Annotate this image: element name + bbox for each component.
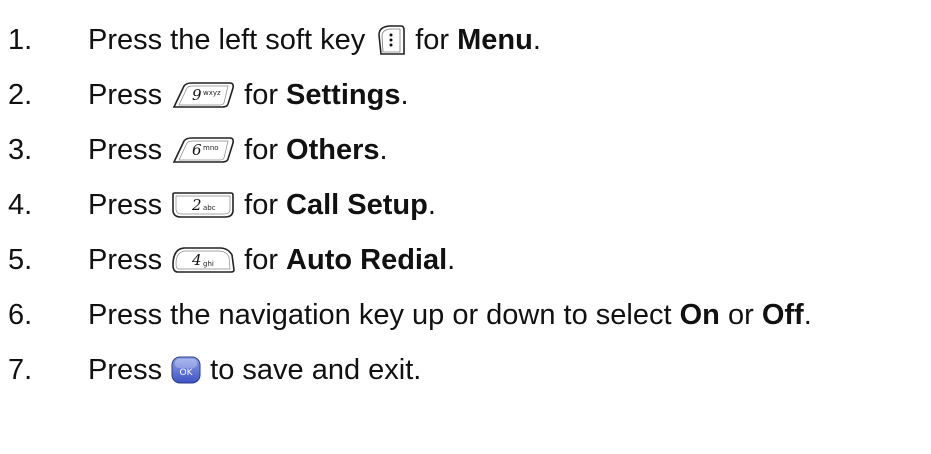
auto-redial-label: Auto Redial [286, 243, 448, 276]
step-text-end: . [427, 188, 436, 221]
step-7: 7. Press OK to save and exit. [0, 348, 421, 392]
step-text: Press 2 abc for Call Setup . [88, 189, 436, 222]
menu-label: Menu [457, 23, 533, 56]
step-text: Press the left soft key for Menu . [88, 23, 541, 57]
step-text-end: . [532, 23, 541, 56]
step-text: Press 4 ghi for Auto Redial . [88, 244, 455, 277]
step-text-before: Press [88, 78, 163, 111]
step-text: Press 6 mno for Others . [88, 134, 388, 167]
step-text: Press the navigation key up or down to s… [88, 299, 812, 332]
step-text-end: . [379, 133, 388, 166]
step-number: 1. [8, 23, 33, 56]
step-text-end: . [400, 78, 409, 111]
step-text-before: Press the navigation key up or down to s… [88, 298, 672, 331]
soft-key-icon [373, 23, 407, 57]
svg-text:6: 6 [192, 141, 202, 159]
step-text-middle: or [727, 298, 754, 331]
step-1: 1. Press the left soft key for Menu . [0, 18, 541, 62]
step-5: 5. Press 4 ghi for Auto Redial . [0, 238, 455, 282]
svg-text:2: 2 [191, 196, 202, 214]
svg-text:abc: abc [203, 204, 216, 212]
key-4-icon: 4 ghi [170, 245, 236, 275]
svg-text:OK: OK [180, 368, 194, 378]
step-text-after: for [415, 23, 450, 56]
step-text-after: for [244, 78, 278, 111]
step-number: 3. [8, 133, 33, 166]
others-label: Others [286, 133, 380, 166]
step-6: 6. Press the navigation key up or down t… [0, 293, 812, 337]
step-text: Press 9 wxyz for Settings . [88, 79, 409, 112]
svg-text:4: 4 [191, 251, 202, 269]
step-number: 4. [8, 188, 33, 221]
key-6-icon: 6 mno [170, 135, 236, 165]
on-label: On [679, 298, 720, 331]
step-text-after: for [244, 188, 278, 221]
step-text: Press OK to save and exit. [88, 354, 421, 387]
svg-text:9: 9 [192, 86, 202, 104]
key-9-icon: 9 wxyz [170, 80, 236, 110]
svg-text:ghi: ghi [203, 260, 214, 268]
step-text-after: to save and exit. [210, 353, 422, 386]
step-text-after: for [244, 133, 278, 166]
svg-text:wxyz: wxyz [203, 89, 221, 97]
step-text-before: Press the left soft key [88, 23, 366, 56]
step-text-end: . [803, 298, 812, 331]
step-text-end: . [447, 243, 456, 276]
step-3: 3. Press 6 mno for Others . [0, 128, 388, 172]
settings-label: Settings [286, 78, 401, 111]
instruction-steps: 1. Press the left soft key for Menu . 2.… [0, 0, 931, 454]
step-text-before: Press [88, 243, 163, 276]
off-label: Off [761, 298, 804, 331]
step-4: 4. Press 2 abc for Call Setup . [0, 183, 436, 227]
step-text-before: Press [88, 353, 163, 386]
call-setup-label: Call Setup [286, 188, 428, 221]
key-2-icon: 2 abc [170, 190, 236, 220]
step-text-after: for [244, 243, 278, 276]
step-2: 2. Press 9 wxyz for Settings . [0, 73, 409, 117]
step-number: 6. [8, 298, 33, 331]
step-text-before: Press [88, 133, 163, 166]
step-number: 2. [8, 78, 33, 111]
svg-text:mno: mno [203, 144, 219, 152]
ok-key-icon: OK [170, 354, 202, 386]
step-number: 7. [8, 353, 33, 386]
step-text-before: Press [88, 188, 163, 221]
step-number: 5. [8, 243, 33, 276]
